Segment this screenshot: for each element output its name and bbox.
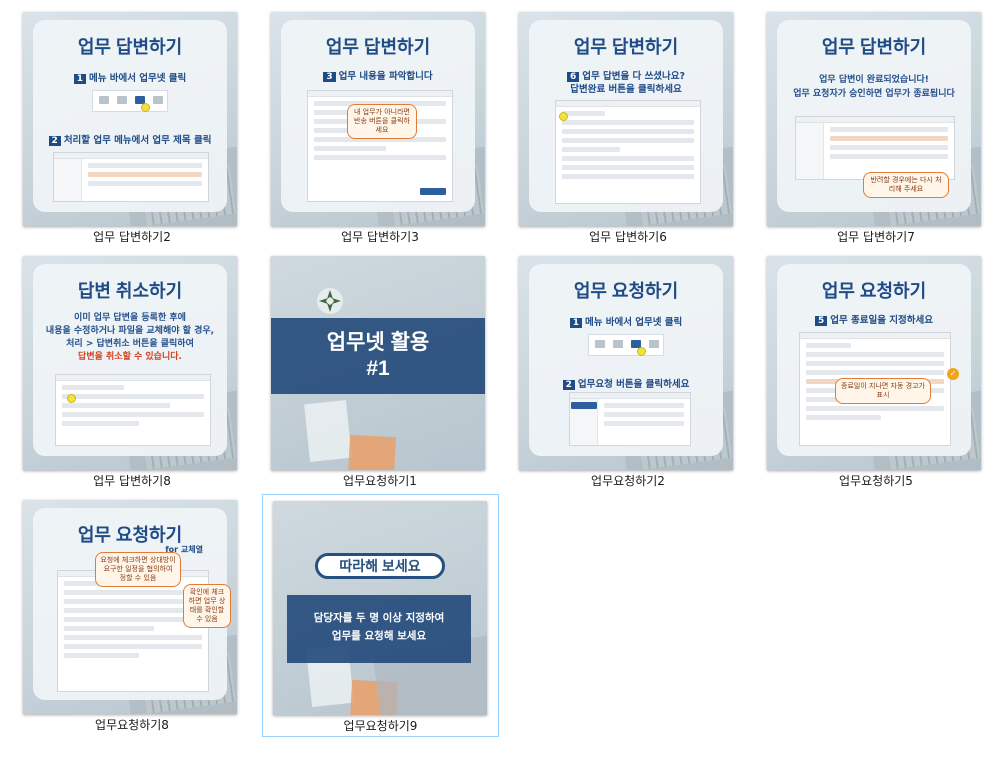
file-item[interactable]: 업무 답변하기 6 업무 답변을 다 쓰셨나요? 답변완료 버튼을 클릭하세요 업… <box>510 10 746 244</box>
thumbnail[interactable]: 따라해 보세요 담당자를 두 명 이상 지정하여 업무를 요청해 보세요 <box>273 501 487 715</box>
slide-text: 업무 요청자가 승인하면 업무가 종료됩니다 <box>793 89 955 99</box>
cursor-highlight <box>559 112 568 121</box>
file-item[interactable]: 업무 답변하기 업무 답변이 완료되었습니다! 업무 요청자가 승인하면 업무가… <box>758 10 994 244</box>
cover-banner: 업무넷 활용 #1 <box>271 318 485 394</box>
slide-title: 업무 답변하기 <box>77 37 183 57</box>
screen-preview <box>55 374 211 446</box>
slide-title: 업무 답변하기 <box>325 37 431 57</box>
slide-title: 업무 요청하기 <box>573 281 679 301</box>
step-text: 메뉴 바에서 업무넷 클릭 <box>88 73 187 84</box>
file-name[interactable]: 업무요청하기1 <box>262 472 498 489</box>
slide-card: 업무 요청하기 5 업무 종료일을 지정하세요 종료일이 지나면 자동 경고가 표… <box>777 264 971 456</box>
cursor-highlight <box>67 394 76 403</box>
step-text: 업무 내용을 파악합니다 <box>338 71 433 82</box>
callout: 요청에 체크하면 상대방이 요구한 일정을 협의하여 정할 수 있음 <box>95 552 181 587</box>
thumbnail[interactable]: 업무 요청하기 5 업무 종료일을 지정하세요 종료일이 지나면 자동 경고가 표… <box>767 256 981 470</box>
step-text: 업무 종료일을 지정하세요 <box>830 315 934 326</box>
step-text: 업무요청 버튼을 클릭하세요 <box>577 379 690 390</box>
file-name[interactable]: 업무요청하기2 <box>510 472 746 489</box>
file-name[interactable]: 업무요청하기9 <box>263 717 498 734</box>
thumbnail[interactable]: 업무 답변하기 6 업무 답변을 다 쓰셨나요? 답변완료 버튼을 클릭하세요 <box>519 12 733 226</box>
callout: 확인에 체크하면 업무 상태를 확인할 수 있음 <box>183 584 231 628</box>
slide-card: 답변 취소하기 이미 업무 답변을 등록한 후에 내용을 수정하거나 파일을 교… <box>33 264 227 456</box>
file-item[interactable]: 업무 답변하기 3 업무 내용을 파악합니다 내 업무가 아니라면 반송 버튼을 … <box>262 10 498 244</box>
file-item[interactable]: 업무넷 활용 #1 업무요청하기1 <box>262 254 498 488</box>
slide-card: 업무 요청하기 for 교체열 요청에 체크하면 상대방이 요구한 일정을 협의… <box>33 508 231 700</box>
file-name[interactable]: 업무 답변하기6 <box>510 228 746 245</box>
menu-bar-preview <box>92 90 168 112</box>
step-number: 2 <box>48 136 61 146</box>
thumbnail[interactable]: 업무 답변하기 1 메뉴 바에서 업무넷 클릭 2 처리할 업무 메뉴에서 업무 제… <box>23 12 237 226</box>
file-name[interactable]: 업무 답변하기3 <box>262 228 498 245</box>
cursor-highlight <box>141 103 150 112</box>
screen-preview <box>555 100 701 204</box>
exercise-text: 업무를 요청해 보세요 <box>331 630 427 642</box>
slide-title: 답변 취소하기 <box>77 281 183 301</box>
screen-preview <box>795 116 955 180</box>
callout: 종료일이 지나면 자동 경고가 표시 <box>835 378 931 404</box>
callout: 내 업무가 아니라면 반송 버튼을 클릭하세요 <box>347 104 417 139</box>
file-item[interactable]: 업무 답변하기 1 메뉴 바에서 업무넷 클릭 2 처리할 업무 메뉴에서 업무 제… <box>14 10 250 244</box>
step-text: 메뉴 바에서 업무넷 클릭 <box>584 317 683 328</box>
slide-text: 답변을 취소할 수 있습니다. <box>78 352 182 362</box>
step-number: 5 <box>814 316 828 326</box>
slide-card: 업무 요청하기 1 메뉴 바에서 업무넷 클릭 2 업무요청 버튼을 클릭하세요 <box>529 264 723 456</box>
file-item[interactable]: 업무 요청하기 for 교체열 요청에 체크하면 상대방이 요구한 일정을 협의… <box>14 498 250 732</box>
slide-text: 내용을 수정하거나 파일을 교체해야 할 경우, <box>45 326 215 336</box>
slide-title: 업무 답변하기 <box>573 37 679 57</box>
step-number: 3 <box>323 72 336 82</box>
thumbnail[interactable]: 업무 요청하기 1 메뉴 바에서 업무넷 클릭 2 업무요청 버튼을 클릭하세요 <box>519 256 733 470</box>
slide-card: 업무 답변하기 1 메뉴 바에서 업무넷 클릭 2 처리할 업무 메뉴에서 업무 제… <box>33 20 227 212</box>
file-item[interactable]: 답변 취소하기 이미 업무 답변을 등록한 후에 내용을 수정하거나 파일을 교… <box>14 254 250 488</box>
step-number: 1 <box>73 74 86 84</box>
file-item[interactable]: 업무 요청하기 5 업무 종료일을 지정하세요 종료일이 지나면 자동 경고가 표… <box>758 254 994 488</box>
exercise-box: 담당자를 두 명 이상 지정하여 업무를 요청해 보세요 <box>287 595 471 663</box>
thumbnail[interactable]: 업무 답변하기 3 업무 내용을 파악합니다 내 업무가 아니라면 반송 버튼을 … <box>271 12 485 226</box>
file-item-selected[interactable]: 따라해 보세요 담당자를 두 명 이상 지정하여 업무를 요청해 보세요 업무요… <box>262 494 499 737</box>
check-icon: ✓ <box>947 368 959 380</box>
file-name[interactable]: 업무 답변하기7 <box>758 228 994 245</box>
exercise-text: 담당자를 두 명 이상 지정하여 <box>313 612 445 624</box>
menu-bar-preview <box>588 334 664 356</box>
cover-title: 업무넷 활용 <box>326 331 430 354</box>
thumbnail[interactable]: 업무넷 활용 #1 <box>271 256 485 470</box>
file-name[interactable]: 업무 답변하기2 <box>14 228 250 245</box>
thumbnail[interactable]: 업무 요청하기 for 교체열 요청에 체크하면 상대방이 요구한 일정을 협의… <box>23 500 237 714</box>
step-text: 처리할 업무 메뉴에서 업무 제목 클릭 <box>63 135 212 146</box>
slide-title: 업무 답변하기 <box>821 37 927 57</box>
file-name[interactable]: 업무 답변하기8 <box>14 472 250 489</box>
slide-text: 업무 답변이 완료되었습니다! <box>819 75 929 85</box>
slide-card: 업무 답변하기 업무 답변이 완료되었습니다! 업무 요청자가 승인하면 업무가… <box>777 20 971 212</box>
file-name[interactable]: 업무요청하기8 <box>14 716 250 733</box>
plant-icon <box>317 288 343 314</box>
cover-number: #1 <box>366 357 390 380</box>
follow-along-badge: 따라해 보세요 <box>315 553 445 579</box>
slide-card: 업무 답변하기 6 업무 답변을 다 쓰셨나요? 답변완료 버튼을 클릭하세요 <box>529 20 723 212</box>
thumbnail[interactable]: 업무 답변하기 업무 답변이 완료되었습니다! 업무 요청자가 승인하면 업무가… <box>767 12 981 226</box>
slide-text: 처리 > 답변취소 버튼을 클릭하여 <box>66 339 194 349</box>
callout: 반려할 경우에는 다시 처리해 주세요 <box>863 172 949 198</box>
file-item[interactable]: 업무 요청하기 1 메뉴 바에서 업무넷 클릭 2 업무요청 버튼을 클릭하세요 업… <box>510 254 746 488</box>
cursor-highlight <box>637 347 646 356</box>
step-number: 2 <box>562 380 575 390</box>
screen-preview <box>569 392 691 446</box>
slide-title: 업무 요청하기 <box>821 281 927 301</box>
file-name[interactable]: 업무요청하기5 <box>758 472 994 489</box>
screen-preview <box>53 152 209 202</box>
thumbnail[interactable]: 답변 취소하기 이미 업무 답변을 등록한 후에 내용을 수정하거나 파일을 교… <box>23 256 237 470</box>
step-number: 1 <box>569 318 582 328</box>
step-text: 답변완료 버튼을 클릭하세요 <box>570 84 682 95</box>
slide-text: 이미 업무 답변을 등록한 후에 <box>74 313 186 323</box>
slide-card: 업무 답변하기 3 업무 내용을 파악합니다 내 업무가 아니라면 반송 버튼을 … <box>281 20 475 212</box>
